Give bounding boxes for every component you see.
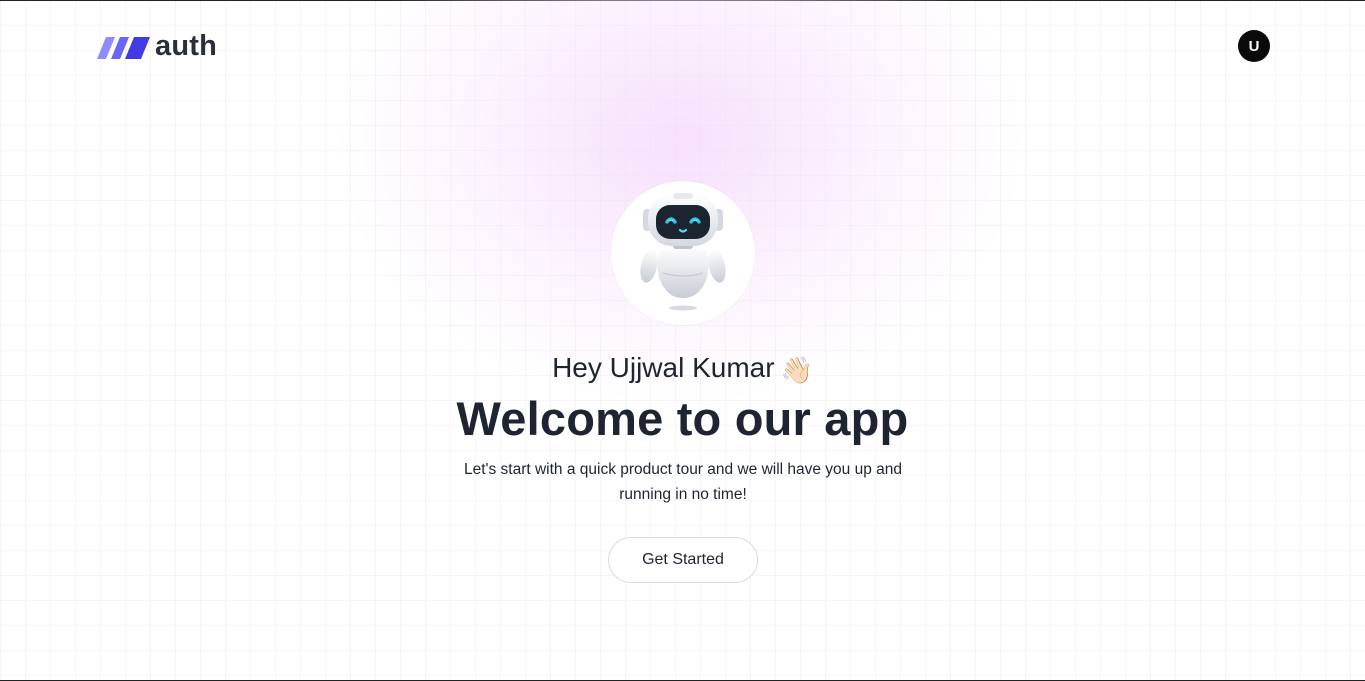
- get-started-button[interactable]: Get Started: [608, 537, 758, 583]
- greeting-text: Hey Ujjwal Kumar: [552, 352, 775, 383]
- brand-name: auth: [155, 30, 218, 62]
- logo-slashes-icon: [96, 31, 150, 61]
- welcome-subtitle: Let's start with a quick product tour an…: [463, 461, 903, 503]
- page-title: Welcome to our app: [456, 392, 909, 445]
- user-avatar[interactable]: U: [1238, 30, 1270, 62]
- top-header: auth U: [0, 1, 1365, 91]
- brand-logo[interactable]: auth: [96, 31, 217, 61]
- robot-icon: [611, 181, 755, 325]
- greeting-heading: Hey Ujjwal Kumar 👋🏻: [0, 348, 1365, 390]
- waving-hand-icon: 👋🏻: [780, 355, 813, 385]
